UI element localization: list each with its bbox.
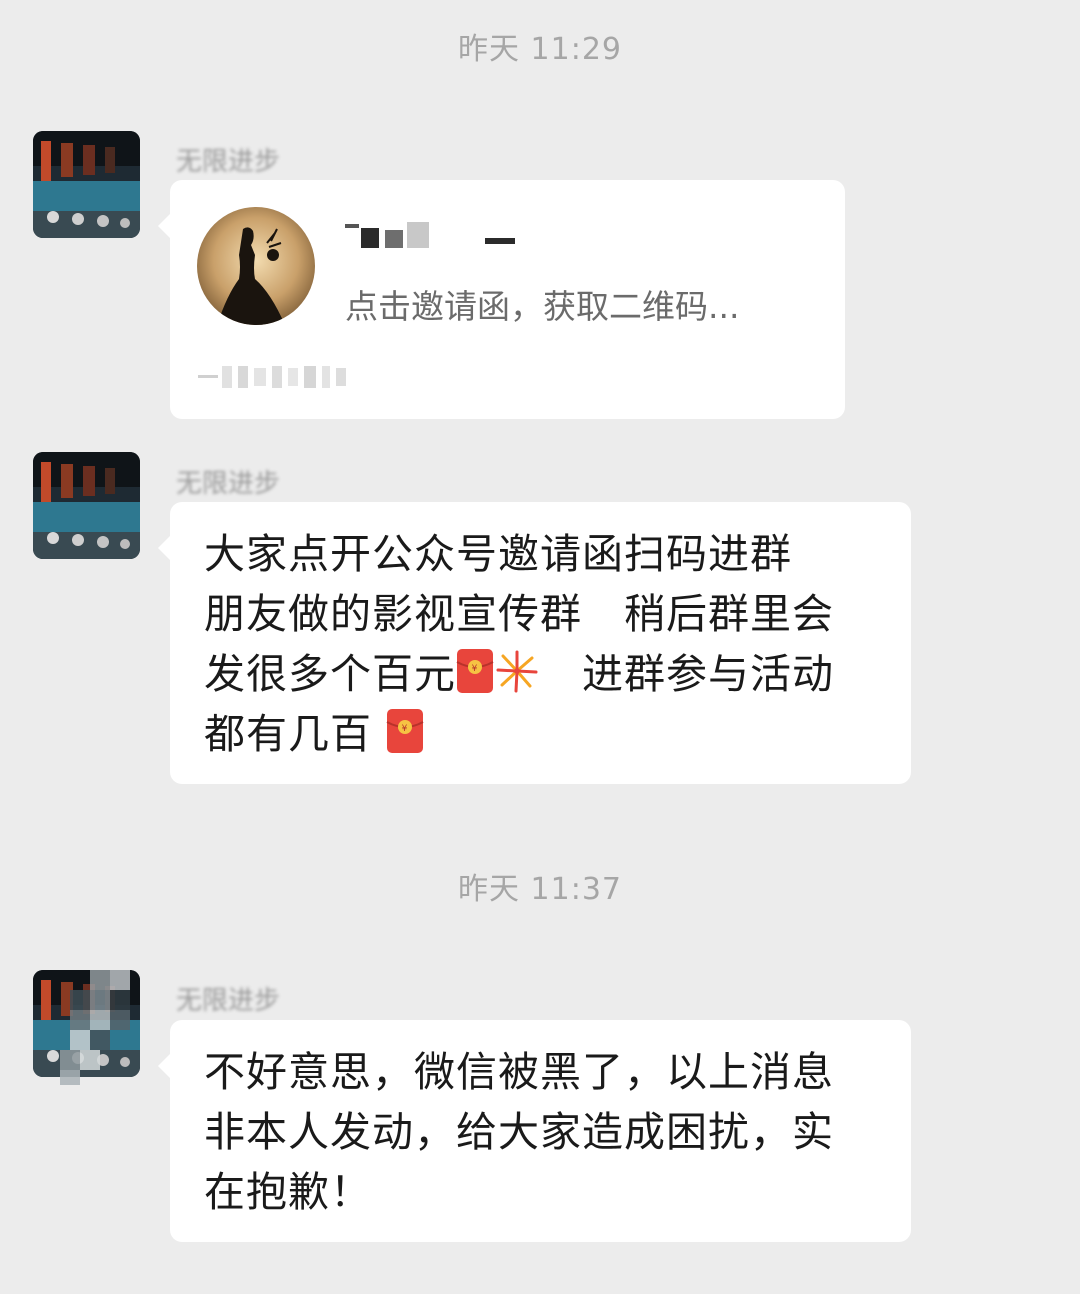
chat-timestamp: 昨天 11:37	[458, 872, 622, 907]
red-packet-icon: ¥	[456, 648, 494, 694]
card-description: 点击邀请函，获取二维码...	[345, 287, 740, 326]
message-line: 不好意思，微信被黑了，以上消息	[204, 1048, 834, 1096]
text-message[interactable]: 不好意思，微信被黑了，以上消息 非本人发动，给大家造成困扰，实 在抱歉！	[158, 1020, 911, 1242]
pixelated-mosaic	[60, 970, 150, 1085]
svg-text:¥: ¥	[402, 724, 409, 734]
sender-avatar[interactable]	[33, 131, 140, 238]
message-text: 发很多个百元	[204, 650, 456, 698]
message-text: 都有几百	[204, 710, 387, 758]
fireworks-icon	[494, 648, 540, 694]
message-line: 发很多个百元 ¥ 进群参与活动	[204, 644, 881, 704]
message-line: 都有几百 ¥	[204, 704, 881, 764]
svg-text:¥: ¥	[472, 664, 479, 674]
sender-name: 无限进步	[176, 469, 281, 499]
card-thumbnail	[197, 207, 315, 325]
red-packet-icon: ¥	[386, 708, 424, 754]
message-line: 在抱歉！	[204, 1168, 372, 1216]
sender-avatar[interactable]	[33, 452, 140, 559]
text-message[interactable]: 大家点开公众号邀请函扫码进群 朋友做的影视宣传群 稍后群里会 发很多个百元 ¥ 进…	[158, 502, 911, 784]
invitation-card-message[interactable]: 点击邀请函，获取二维码...	[158, 180, 845, 419]
message-text: 进群参与活动	[540, 650, 834, 698]
chat-timestamp: 昨天 11:29	[458, 32, 622, 67]
message-line: 朋友做的影视宣传群 稍后群里会	[204, 590, 834, 638]
sender-name: 无限进步	[176, 147, 281, 177]
message-line: 大家点开公众号邀请函扫码进群	[204, 530, 792, 578]
card-title-redacted	[345, 218, 525, 256]
message-line: 非本人发动，给大家造成困扰，实	[204, 1108, 834, 1156]
card-source-redacted	[198, 366, 358, 388]
sender-name: 无限进步	[176, 986, 281, 1016]
